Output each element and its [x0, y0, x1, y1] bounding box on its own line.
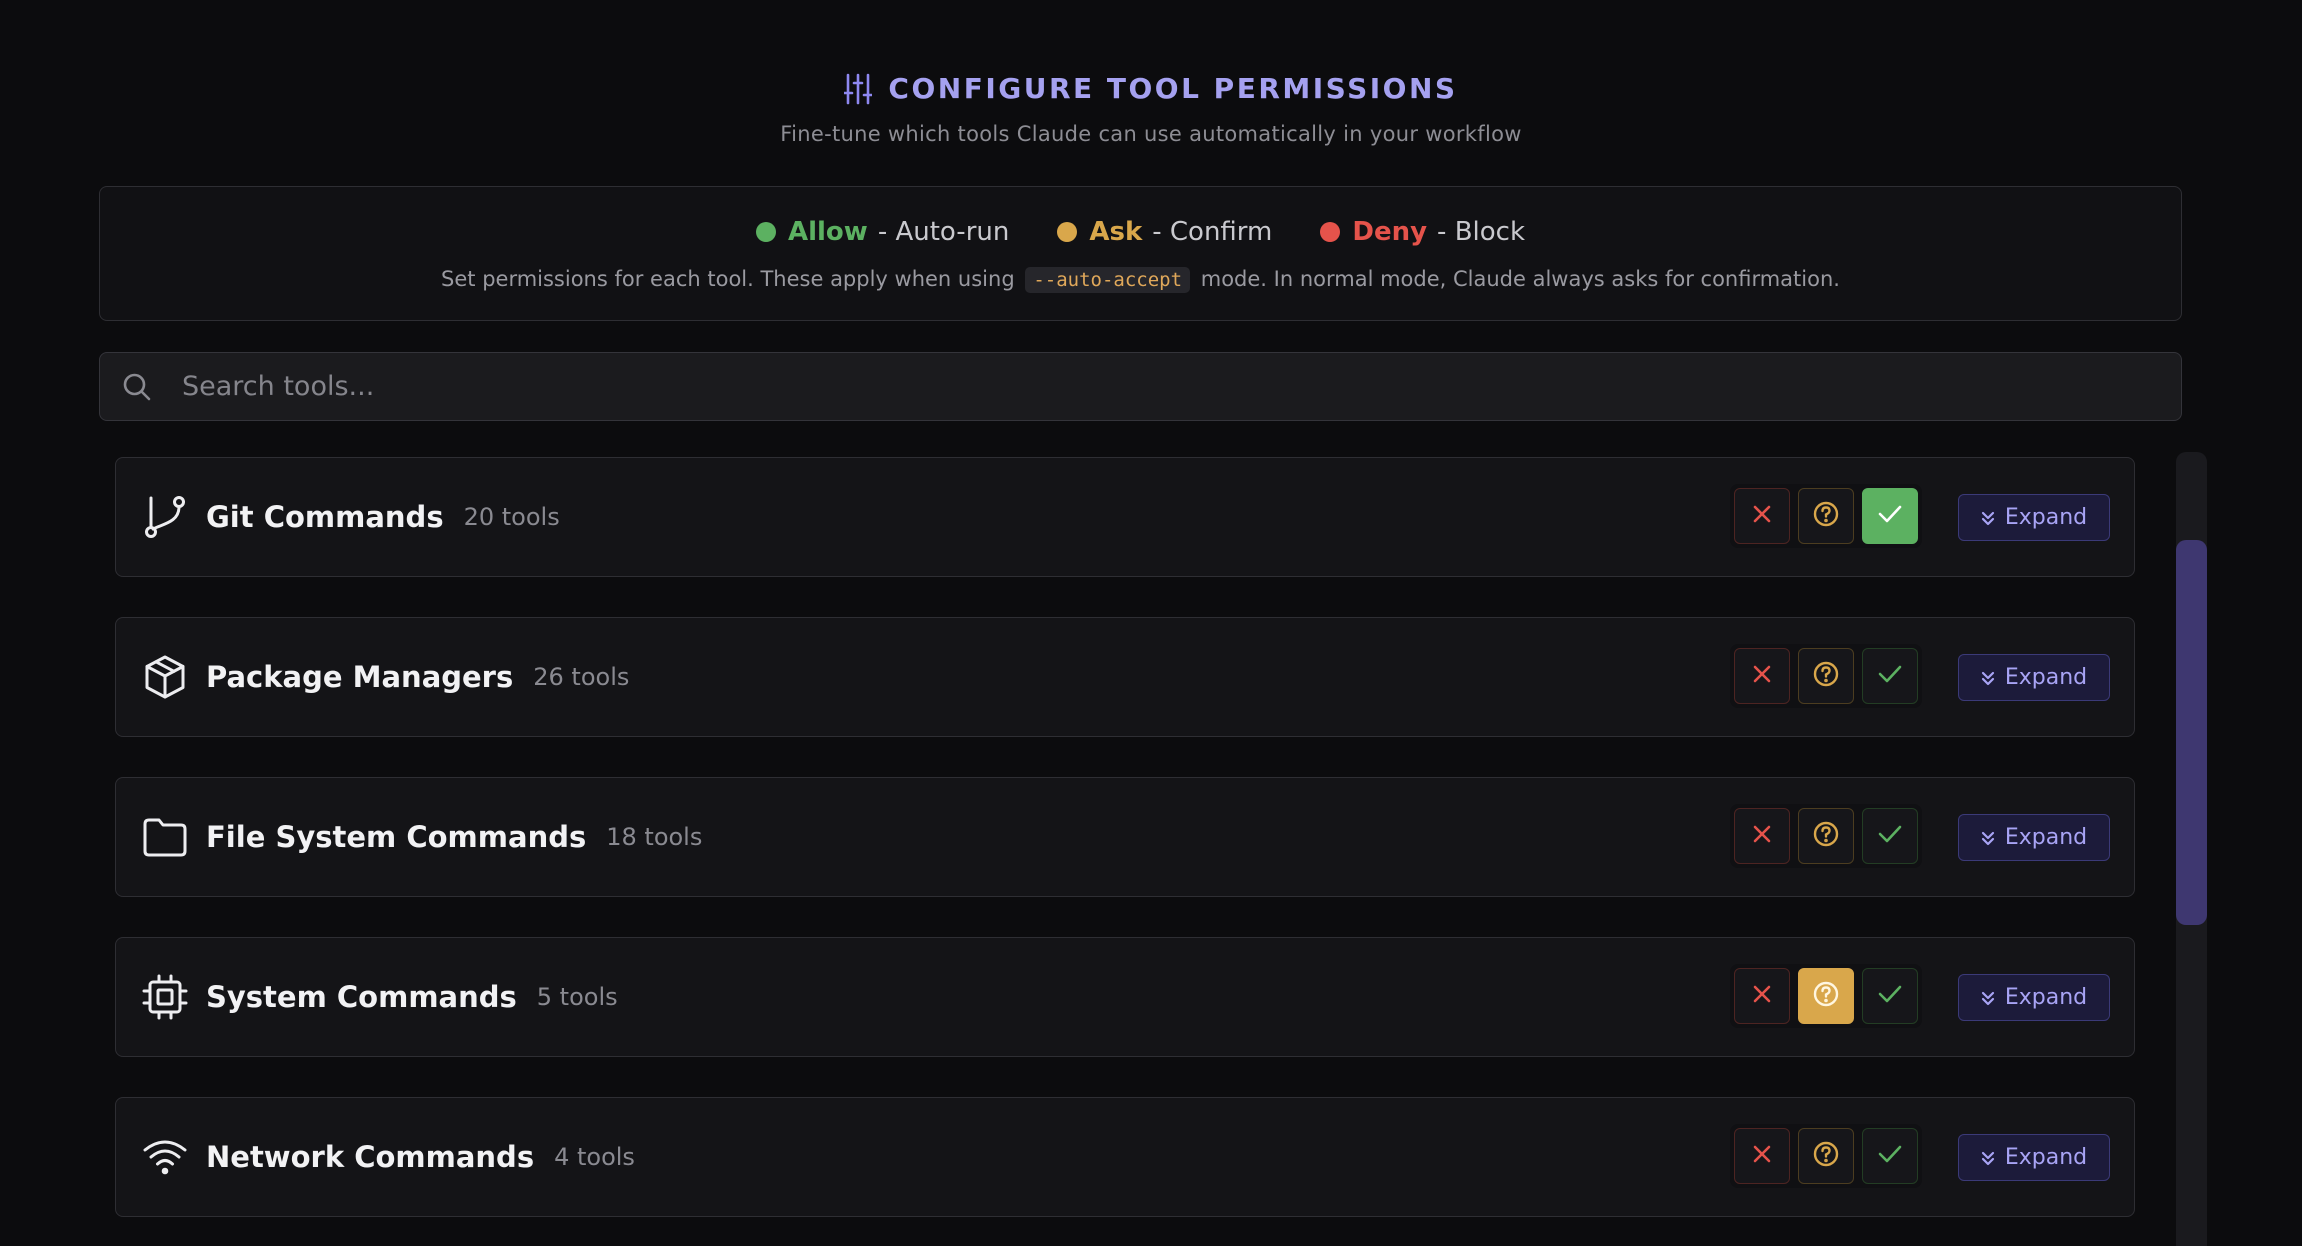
sliders-icon: [844, 73, 873, 105]
page-title: CONFIGURE TOOL PERMISSIONS: [888, 72, 1458, 105]
tool-category-row[interactable]: System Commands 5 tools Expand: [115, 937, 2135, 1057]
expand-button[interactable]: Expand: [1958, 814, 2110, 861]
category-name: Package Managers: [206, 660, 514, 694]
expand-label: Expand: [2004, 505, 2088, 530]
check-icon: [1877, 663, 1903, 689]
legend-ask-label: Ask: [1089, 217, 1143, 247]
deny-button[interactable]: [1734, 968, 1790, 1024]
category-tool-count: 20 tools: [463, 503, 560, 531]
expand-button[interactable]: Expand: [1958, 1134, 2110, 1181]
chevrons-down-icon: [1981, 1150, 1995, 1166]
category-name: Network Commands: [206, 1140, 535, 1174]
legend-allow-label: Allow: [787, 217, 868, 247]
legend-card: Allow - Auto-run Ask - Confirm Deny - Bl…: [99, 186, 2182, 321]
category-name: System Commands: [206, 980, 517, 1014]
help-circle-icon: [1812, 980, 1840, 1012]
folder-icon: [142, 814, 188, 860]
check-icon: [1877, 823, 1903, 849]
category-name: Git Commands: [206, 500, 444, 534]
check-icon: [1877, 983, 1903, 1009]
legend-row: Allow - Auto-run Ask - Confirm Deny - Bl…: [100, 217, 2181, 247]
expand-label: Expand: [2004, 1145, 2088, 1170]
legend-allow: Allow - Auto-run: [755, 217, 1010, 247]
tool-category-row[interactable]: Network Commands 4 tools Expand: [115, 1097, 2135, 1217]
git-branch-icon: [142, 494, 188, 540]
legend-allow-desc: - Auto-run: [877, 217, 1010, 247]
category-tool-count: 18 tools: [606, 823, 703, 851]
deny-button[interactable]: [1734, 808, 1790, 864]
legend-note: Set permissions for each tool. These app…: [100, 267, 2181, 293]
allow-button[interactable]: [1862, 1128, 1918, 1184]
expand-button[interactable]: Expand: [1958, 494, 2110, 541]
expand-label: Expand: [2004, 665, 2088, 690]
close-icon: [1751, 823, 1773, 849]
close-icon: [1751, 983, 1773, 1009]
page-subtitle: Fine-tune which tools Claude can use aut…: [780, 122, 1522, 146]
allow-button[interactable]: [1862, 648, 1918, 704]
search-box[interactable]: [99, 352, 2182, 421]
expand-label: Expand: [2004, 985, 2088, 1010]
ask-dot-icon: [1057, 222, 1078, 242]
permission-toggle-group: [1730, 964, 1922, 1028]
search-icon: [122, 372, 152, 402]
permission-toggle-group: [1730, 484, 1922, 548]
category-tool-count: 4 tools: [554, 1143, 635, 1171]
ask-button[interactable]: [1798, 488, 1854, 544]
cpu-icon: [142, 974, 188, 1020]
allow-dot-icon: [755, 222, 776, 242]
chevrons-down-icon: [1981, 510, 1995, 526]
deny-button[interactable]: [1734, 648, 1790, 704]
ask-button[interactable]: [1798, 808, 1854, 864]
permission-toggle-group: [1730, 644, 1922, 708]
check-icon: [1877, 503, 1903, 529]
legend-deny-label: Deny: [1352, 217, 1428, 247]
ask-button[interactable]: [1798, 1128, 1854, 1184]
ask-button[interactable]: [1798, 968, 1854, 1024]
legend-ask: Ask - Confirm: [1057, 217, 1272, 247]
allow-button[interactable]: [1862, 808, 1918, 864]
expand-button[interactable]: Expand: [1958, 654, 2110, 701]
legend-deny-desc: - Block: [1437, 217, 1526, 247]
expand-button[interactable]: Expand: [1958, 974, 2110, 1021]
category-tool-count: 5 tools: [536, 983, 618, 1011]
note-after: mode. In normal mode, Claude always asks…: [1200, 267, 1840, 291]
help-circle-icon: [1812, 820, 1840, 852]
legend-ask-desc: - Confirm: [1152, 217, 1273, 247]
search-input[interactable]: [182, 371, 2181, 402]
expand-label: Expand: [2004, 825, 2088, 850]
ask-button[interactable]: [1798, 648, 1854, 704]
close-icon: [1751, 1143, 1773, 1169]
deny-button[interactable]: [1734, 1128, 1790, 1184]
chevrons-down-icon: [1981, 990, 1995, 1006]
help-circle-icon: [1812, 500, 1840, 532]
note-before: Set permissions for each tool. These app…: [441, 267, 1015, 291]
help-circle-icon: [1812, 1140, 1840, 1172]
tool-category-row[interactable]: File System Commands 18 tools Expand: [115, 777, 2135, 897]
help-circle-icon: [1812, 660, 1840, 692]
title-row: CONFIGURE TOOL PERMISSIONS: [0, 72, 2302, 105]
permission-toggle-group: [1730, 1124, 1922, 1188]
category-name: File System Commands: [206, 820, 587, 854]
deny-dot-icon: [1320, 222, 1341, 242]
close-icon: [1751, 663, 1773, 689]
check-icon: [1877, 1143, 1903, 1169]
page-header: CONFIGURE TOOL PERMISSIONS Fine-tune whi…: [0, 0, 2302, 170]
chevrons-down-icon: [1981, 670, 1995, 686]
package-icon: [142, 654, 188, 700]
permission-toggle-group: [1730, 804, 1922, 868]
tool-category-row[interactable]: Package Managers 26 tools Expand: [115, 617, 2135, 737]
tool-category-row[interactable]: Git Commands 20 tools Expand: [115, 457, 2135, 577]
wifi-icon: [142, 1134, 188, 1180]
close-icon: [1751, 503, 1773, 529]
scrollbar-thumb[interactable]: [2176, 540, 2207, 925]
allow-button[interactable]: [1862, 968, 1918, 1024]
deny-button[interactable]: [1734, 488, 1790, 544]
allow-button[interactable]: [1862, 488, 1918, 544]
legend-deny: Deny - Block: [1320, 217, 1525, 247]
chevrons-down-icon: [1981, 830, 1995, 846]
category-tool-count: 26 tools: [533, 663, 630, 691]
auto-accept-code: --auto-accept: [1025, 267, 1191, 293]
